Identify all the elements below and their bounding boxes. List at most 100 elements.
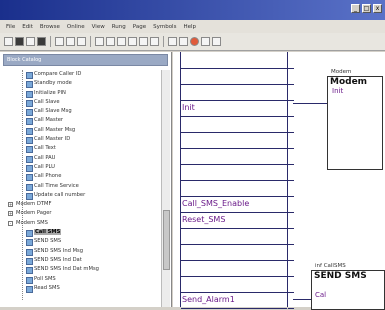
rung[interactable] <box>181 85 287 101</box>
rung[interactable] <box>181 149 287 165</box>
tree-item-label: Poll SMS <box>34 275 56 282</box>
menu-help[interactable]: Help <box>183 24 196 30</box>
new-icon[interactable] <box>4 37 13 46</box>
tree-item-label: SEND SMS Ind Msg <box>34 247 84 254</box>
menu-edit[interactable]: Edit <box>22 24 33 30</box>
toolbar <box>0 33 385 51</box>
rung[interactable] <box>181 133 287 149</box>
window-controls: _ □ x <box>351 4 382 13</box>
run-icon[interactable] <box>168 37 177 46</box>
minimize-button[interactable]: _ <box>351 4 360 13</box>
tree-item[interactable]: SEND SMS <box>0 237 160 247</box>
print-icon[interactable] <box>37 37 46 46</box>
tree-item-label: Modem SMS <box>16 219 48 226</box>
tree-item-label: Call Time Service <box>34 182 79 189</box>
tree-item[interactable]: Compare Caller ID <box>0 70 160 80</box>
send-sms-cal-pin: Cal <box>315 291 327 299</box>
tree-item[interactable]: Call SMS <box>0 228 160 238</box>
rung-tick <box>288 116 294 117</box>
tree-item[interactable]: Standby mode <box>0 79 160 89</box>
menu-file[interactable]: File <box>6 24 15 30</box>
tree-item-label: Initialize PIN <box>34 89 66 96</box>
tree-item[interactable]: Poll SMS <box>0 275 160 284</box>
tree-item[interactable]: Call Slave Msg <box>0 107 160 117</box>
tree-item-label: Call Phone <box>34 173 62 180</box>
tree-item[interactable]: Update call number <box>0 191 160 201</box>
block-catalog-panel: Block Catalog Compare Caller ID Standby m… <box>0 52 172 307</box>
stop-icon[interactable] <box>179 37 188 46</box>
cut-icon[interactable] <box>55 37 64 46</box>
menu-online[interactable]: Online <box>67 24 85 30</box>
tree-item-label: Call Master ID <box>34 136 71 143</box>
zoom-icon[interactable] <box>128 37 137 46</box>
monitor-icon[interactable] <box>201 37 210 46</box>
tree-item[interactable]: Read SMS <box>0 284 160 294</box>
tree-item-label: Modem DTMF <box>16 201 52 208</box>
rung-tick <box>288 292 294 293</box>
record-icon[interactable] <box>190 37 199 46</box>
rung[interactable] <box>181 229 287 245</box>
help-icon[interactable] <box>212 37 221 46</box>
pointer-icon[interactable] <box>95 37 104 46</box>
tree-item[interactable]: Call Time Service <box>0 182 160 191</box>
tree-item[interactable]: Call Text <box>0 144 160 154</box>
open-icon[interactable] <box>15 37 24 46</box>
tree-item-label: Read SMS <box>34 284 60 291</box>
save-icon[interactable] <box>26 37 35 46</box>
rung[interactable] <box>181 53 287 69</box>
tree-scrollbar[interactable] <box>161 70 170 307</box>
tree-item[interactable]: Call Master <box>0 116 160 126</box>
rung-tick <box>288 308 294 309</box>
tree-item[interactable]: Call Phone <box>0 172 160 182</box>
tree-item[interactable]: SEND SMS Ind Msg <box>0 247 160 256</box>
tree-item[interactable]: + Modem Pager <box>0 209 160 218</box>
ladder-canvas[interactable]: Init Call_SMS_Enable Reset_SMS Send_Alarm1 … <box>173 52 385 310</box>
close-button[interactable]: x <box>373 4 382 13</box>
rung[interactable] <box>181 165 287 181</box>
menu-rung[interactable]: Rung <box>112 24 126 30</box>
rung[interactable] <box>181 245 287 261</box>
contact-icon[interactable] <box>106 37 115 46</box>
grid-icon[interactable] <box>139 37 148 46</box>
paste-icon[interactable] <box>77 37 86 46</box>
maximize-button[interactable]: □ <box>362 4 371 13</box>
tree-item[interactable]: SEND SMS Ind Dat <box>0 256 160 266</box>
rung[interactable] <box>181 69 287 85</box>
rung[interactable] <box>181 117 287 133</box>
block-icon[interactable] <box>150 37 159 46</box>
menu-page[interactable]: Page <box>133 24 146 30</box>
modem-function-block[interactable]: Modem Init <box>327 76 383 170</box>
tree-item[interactable]: SEND SMS Ind Dat mMsg <box>0 265 160 275</box>
tree-expander-icon[interactable]: + <box>8 202 13 208</box>
toolbar-separator <box>90 36 91 47</box>
tree-item-label: Standby mode <box>34 80 72 87</box>
menu-bar: File Edit Browse Online View Rung Page S… <box>0 20 385 33</box>
tree-item[interactable]: Call Master ID <box>0 135 160 145</box>
tree-item-label: Update call number <box>34 191 86 198</box>
panel-header: Block Catalog <box>3 54 168 66</box>
menu-browse[interactable]: Browse <box>40 24 60 30</box>
rung[interactable] <box>181 277 287 293</box>
tree-item[interactable]: Call PAU <box>0 154 160 163</box>
tree-expander-icon[interactable]: + <box>8 211 13 217</box>
copy-icon[interactable] <box>66 37 75 46</box>
rung[interactable] <box>181 181 287 197</box>
menu-symbols[interactable]: Symbols <box>153 24 176 30</box>
coil-icon[interactable] <box>117 37 126 46</box>
tree-item[interactable]: - Modem SMS <box>0 219 160 228</box>
tree-item-label: Call Slave <box>34 98 60 105</box>
rung[interactable]: Reset_SMS <box>181 213 287 229</box>
tree-item[interactable]: Call Slave <box>0 98 160 108</box>
tree-item[interactable]: + Modem DTMF <box>0 200 160 209</box>
scroll-thumb[interactable] <box>163 210 170 270</box>
tree-item[interactable]: Call Master Msg <box>0 126 160 136</box>
tree-item[interactable]: Call PLU <box>0 163 160 173</box>
tree-expander-icon[interactable]: - <box>8 220 13 226</box>
tree-item[interactable]: Initialize PIN <box>0 89 160 98</box>
rung[interactable] <box>181 261 287 277</box>
menu-view[interactable]: View <box>92 24 105 30</box>
toolbar-separator <box>163 36 164 47</box>
send-sms-function-block[interactable]: SEND SMS Cal <box>311 270 385 310</box>
rung[interactable]: Init <box>181 101 287 117</box>
rung[interactable]: Call_SMS_Enable <box>181 197 287 213</box>
